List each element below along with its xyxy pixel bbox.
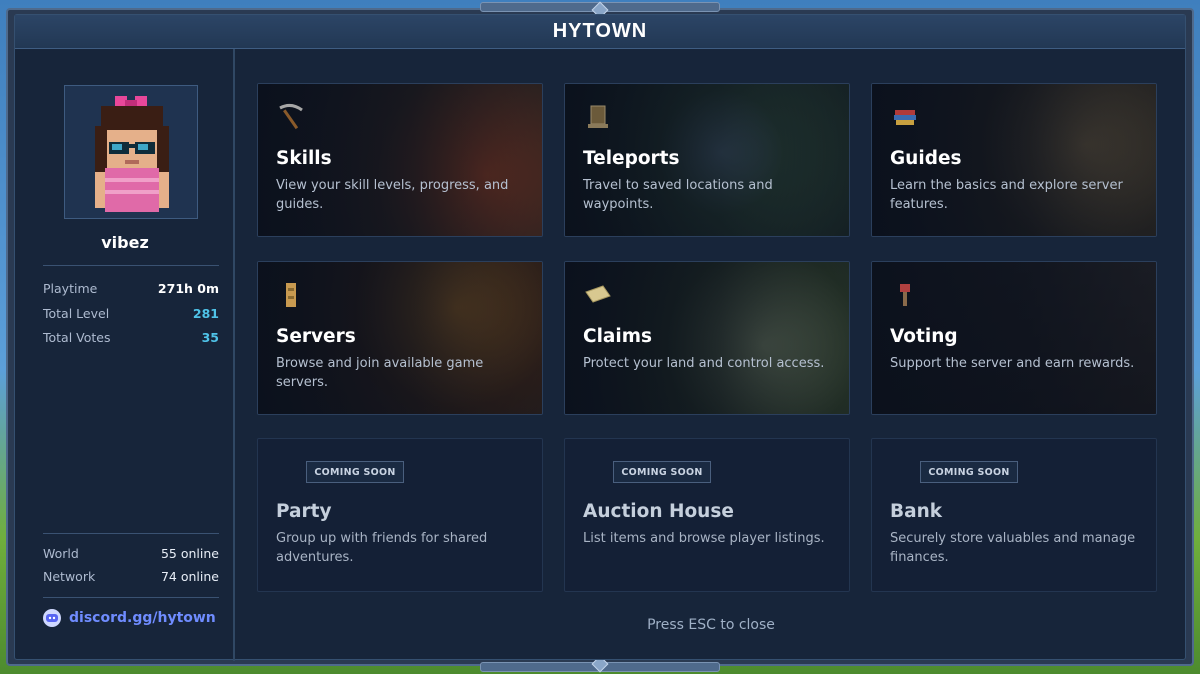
books-icon: [890, 102, 920, 132]
menu-card-servers[interactable]: Servers Browse and join available game s…: [257, 261, 543, 415]
coming-soon-badge: COMING SOON: [920, 461, 1018, 483]
stat-value: 281: [192, 306, 219, 321]
card-description: Securely store valuables and manage fina…: [890, 531, 1136, 565]
stat-value: 35: [201, 330, 219, 345]
menu-card-bank: COMING SOON Bank Securely store valuable…: [871, 438, 1157, 592]
window-title: HYTOWN: [552, 20, 648, 42]
card-title: Party: [276, 501, 332, 522]
pickaxe-icon: [276, 102, 306, 132]
divider: [43, 533, 219, 534]
menu-card-party: COMING SOON Party Group up with friends …: [257, 438, 543, 592]
stat-total-level: Total Level 281: [43, 306, 219, 321]
card-description: Group up with friends for shared adventu…: [276, 531, 488, 565]
coming-soon-badge: COMING SOON: [306, 461, 404, 483]
map-scroll-icon: [583, 280, 613, 310]
card-description: View your skill levels, progress, and gu…: [276, 178, 509, 212]
stat-total-votes: Total Votes 35: [43, 330, 219, 345]
teleport-pad-icon: [583, 102, 613, 132]
vote-icon: [890, 280, 920, 310]
server-totem-icon: [276, 280, 306, 310]
stat-playtime: Playtime 271h 0m: [43, 281, 219, 296]
menu-card-voting[interactable]: Voting Support the server and earn rewar…: [871, 261, 1157, 415]
coming-soon-badge: COMING SOON: [613, 461, 711, 483]
close-hint: Press ESC to close: [647, 617, 775, 633]
menu-card-teleports[interactable]: Teleports Travel to saved locations and …: [564, 83, 850, 237]
stat-label: Playtime: [43, 281, 98, 296]
avatar: [64, 85, 198, 219]
player-skin-icon: [65, 86, 197, 218]
discord-link[interactable]: discord.gg/hytown: [43, 609, 216, 627]
profile-sidebar: vibez Playtime 271h 0m Total Level 281 T…: [15, 49, 235, 661]
online-value: 74 online: [160, 569, 219, 584]
card-description: Protect your land and control access.: [583, 356, 825, 371]
menu-card-claims[interactable]: Claims Protect your land and control acc…: [564, 261, 850, 415]
divider: [43, 597, 219, 598]
username: vibez: [101, 233, 149, 252]
card-description: Learn the basics and explore server feat…: [890, 178, 1123, 212]
discord-link-label: discord.gg/hytown: [69, 610, 216, 626]
online-value: 55 online: [160, 546, 219, 561]
divider: [43, 265, 219, 266]
menu-card-auction-house: COMING SOON Auction House List items and…: [564, 438, 850, 592]
discord-icon: [43, 609, 61, 627]
card-description: Support the server and earn rewards.: [890, 356, 1135, 371]
card-title: Bank: [890, 501, 943, 522]
online-label: Network: [43, 569, 96, 584]
title-bar: HYTOWN: [15, 15, 1185, 49]
card-title: Auction House: [583, 501, 734, 522]
stat-label: Total Votes: [43, 330, 111, 345]
stat-value: 271h 0m: [157, 281, 219, 296]
card-title: Guides: [890, 148, 962, 169]
card-title: Teleports: [583, 148, 680, 169]
card-title: Servers: [276, 326, 356, 347]
card-title: Voting: [890, 326, 958, 347]
online-label: World: [43, 546, 79, 561]
network-online: Network 74 online: [43, 569, 219, 584]
world-online: World 55 online: [43, 546, 219, 561]
stat-label: Total Level: [43, 306, 110, 321]
hytown-menu-panel: HYTOWN vibez Playtime 271h 0m Total Leve…: [14, 14, 1186, 661]
card-title: Skills: [276, 148, 332, 169]
card-title: Claims: [583, 326, 653, 347]
menu-card-skills[interactable]: Skills View your skill levels, progress,…: [257, 83, 543, 237]
menu-card-guides[interactable]: Guides Learn the basics and explore serv…: [871, 83, 1157, 237]
card-description: Browse and join available game servers.: [276, 356, 484, 390]
card-description: List items and browse player listings.: [583, 531, 825, 546]
card-description: Travel to saved locations and waypoints.: [583, 178, 773, 212]
